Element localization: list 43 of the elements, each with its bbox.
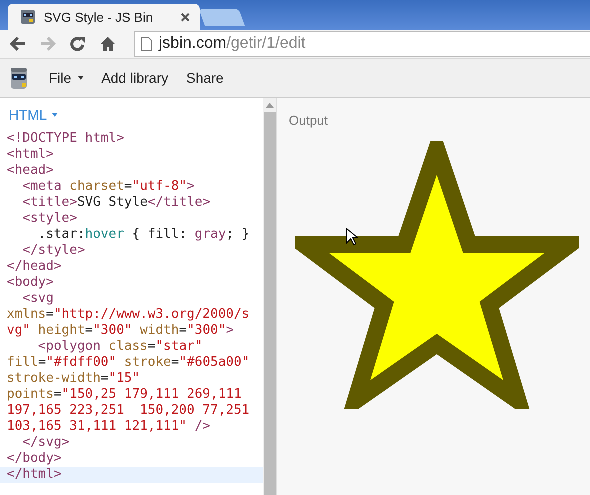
code-line: <head>: [6, 163, 55, 179]
browser-tab[interactable]: SVG Style - JS Bin: [8, 4, 200, 30]
code-line: <html>: [6, 147, 55, 163]
address-field[interactable]: jsbin.com/getir/1/edit: [134, 31, 590, 57]
back-icon[interactable]: [10, 37, 26, 51]
robot-logo-icon[interactable]: [10, 66, 28, 90]
code-line: <polygon class="star": [37, 339, 204, 355]
code-line: <body>: [6, 275, 55, 291]
menu-button[interactable]: File: [40, 66, 93, 90]
new-tab-button[interactable]: [198, 9, 246, 26]
code-line: <title>SVG Style</title>: [22, 195, 212, 211]
output-label: Output: [289, 113, 328, 128]
code-line: points="150,25 179,111 269,111: [6, 387, 243, 403]
cursor-icon: [346, 228, 358, 246]
robot-icon: [20, 9, 36, 25]
code-line: xmlns="http://www.w3.org/2000/s: [6, 307, 251, 323]
code-line: </head>: [6, 259, 63, 275]
code-line: </svg>: [22, 435, 71, 451]
menu-button[interactable]: Share: [177, 66, 233, 90]
code-line: 197,165 223,251 150,200 77,251: [6, 403, 251, 419]
code-line: 103,165 31,111 121,111" />: [6, 419, 212, 435]
code-line: fill="#fdff00" stroke="#605a00": [6, 355, 251, 371]
code-line: stroke-width="15": [6, 371, 142, 387]
tab-title: SVG Style - JS Bin: [44, 10, 154, 24]
code-line: <!DOCTYPE html>: [6, 131, 126, 147]
home-icon[interactable]: [100, 36, 116, 52]
close-icon[interactable]: [181, 12, 190, 22]
code-line: vg" height="300" width="300">: [6, 323, 236, 339]
scroll-thumb[interactable]: [264, 112, 276, 495]
code-line: <style>: [22, 211, 78, 227]
url-text: jsbin.com/getir/1/edit: [159, 35, 306, 53]
code-line: .star:hover { fill: gray; }: [37, 227, 251, 243]
menu-button[interactable]: Add library: [92, 66, 178, 90]
code-line: </body>: [6, 451, 63, 467]
scrollbar[interactable]: [263, 98, 277, 495]
code-line: <svg: [22, 291, 55, 307]
code-line: </style>: [22, 243, 86, 259]
page-icon: [141, 36, 153, 52]
code-line: <meta charset="utf-8">: [22, 179, 196, 195]
panel-selector[interactable]: HTML: [0, 107, 58, 123]
caret-icon: [78, 76, 84, 80]
reload-icon[interactable]: [70, 36, 86, 52]
caret-icon: [52, 113, 58, 117]
